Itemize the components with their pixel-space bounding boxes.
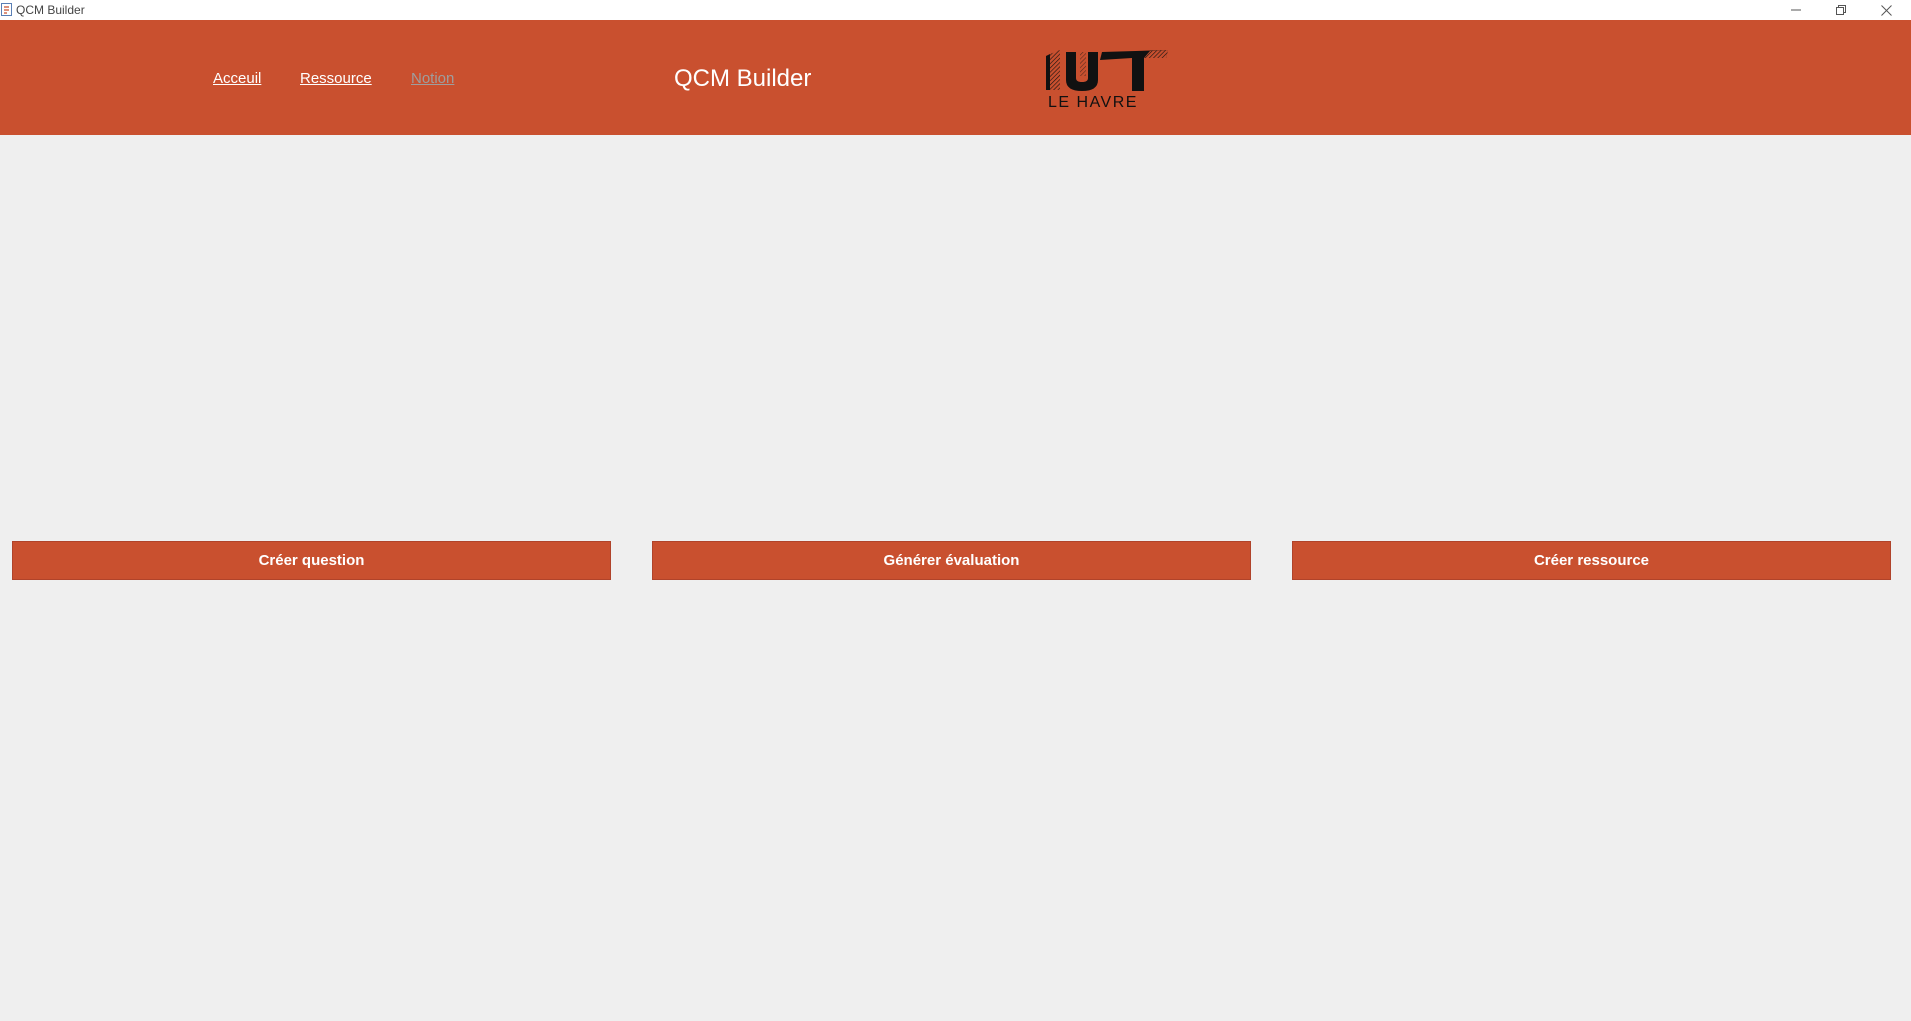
page-title: QCM Builder bbox=[674, 65, 812, 92]
create-question-button[interactable]: Créer question bbox=[12, 541, 611, 580]
close-button[interactable] bbox=[1864, 0, 1908, 20]
iut-logo-mark bbox=[1046, 50, 1168, 91]
nav-link-notion: Notion bbox=[411, 70, 455, 87]
iut-le-havre-logo: LE HAVRE bbox=[1040, 48, 1175, 116]
minimize-icon bbox=[1791, 5, 1801, 15]
header-bar: Acceuil Ressource Notion QCM Builder LE … bbox=[0, 20, 1911, 135]
window-titlebar[interactable]: QCM Builder bbox=[0, 0, 1911, 20]
window-title: QCM Builder bbox=[16, 3, 85, 17]
create-resource-button[interactable]: Créer ressource bbox=[1292, 541, 1891, 580]
nav-link-acceuil[interactable]: Acceuil bbox=[213, 70, 261, 87]
nav-link-ressource[interactable]: Ressource bbox=[300, 70, 372, 87]
restore-button[interactable] bbox=[1819, 0, 1863, 20]
minimize-button[interactable] bbox=[1774, 0, 1818, 20]
restore-icon bbox=[1836, 5, 1846, 15]
java-app-icon bbox=[1, 3, 12, 16]
close-icon bbox=[1880, 4, 1892, 16]
logo-subtitle: LE HAVRE bbox=[1048, 94, 1138, 111]
generate-evaluation-button[interactable]: Générer évaluation bbox=[652, 541, 1251, 580]
